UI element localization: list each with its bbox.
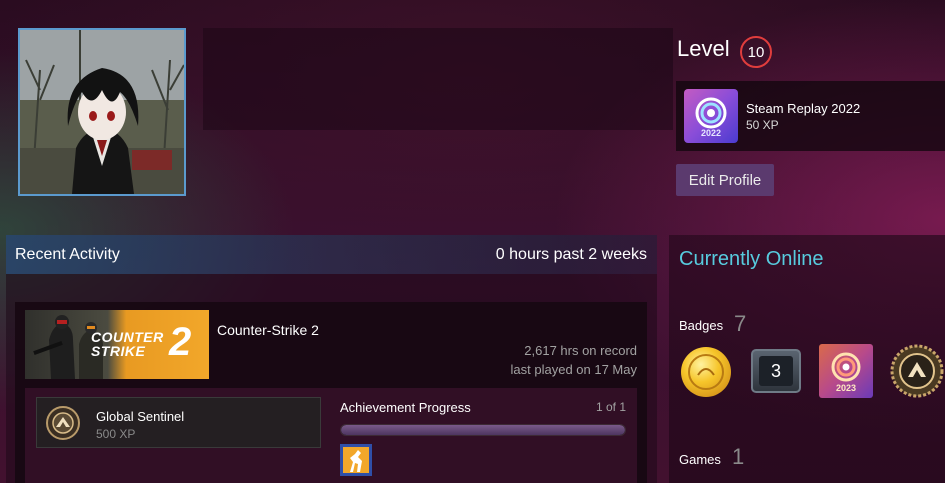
edit-profile-button[interactable]: Edit Profile bbox=[676, 164, 774, 196]
years-of-service-badge[interactable]: 3 bbox=[751, 349, 801, 393]
replay-2023-year: 2023 bbox=[835, 383, 857, 393]
achievement-progress-count: 1 of 1 bbox=[595, 400, 626, 414]
badges-count[interactable]: 7 bbox=[734, 311, 746, 337]
online-status: Currently Online bbox=[679, 248, 824, 270]
favorite-badge-name[interactable]: Steam Replay 2022 bbox=[746, 101, 860, 116]
games-link[interactable]: Games bbox=[679, 452, 721, 467]
level-label: Level bbox=[677, 36, 730, 61]
avatar-image bbox=[20, 30, 184, 194]
years-badge-value: 3 bbox=[759, 356, 793, 386]
capsule-logo-line2: STRIKE bbox=[91, 343, 146, 359]
replay-badge-year: 2022 bbox=[700, 128, 722, 138]
achievement-badge-name: Global Sentinel bbox=[96, 409, 185, 424]
achievement-progress-label: Achievement Progress bbox=[340, 400, 471, 415]
level-badge[interactable]: 10 bbox=[740, 36, 772, 68]
achievement-icon[interactable] bbox=[340, 444, 372, 476]
cs2-service-medal-icon[interactable] bbox=[890, 344, 944, 398]
badges-link[interactable]: Badges bbox=[679, 318, 723, 333]
games-count[interactable]: 1 bbox=[732, 444, 744, 470]
capsule-logo-2: 2 bbox=[169, 320, 192, 364]
profile-avatar[interactable] bbox=[18, 28, 186, 196]
steam-replay-badge-icon: 2022 bbox=[684, 89, 738, 143]
gold-coin-badge-icon[interactable] bbox=[681, 347, 731, 397]
favorite-badge-xp: 50 XP bbox=[746, 118, 779, 132]
recent-activity-title[interactable]: Recent Activity bbox=[15, 246, 120, 264]
game-name-link[interactable]: Counter-Strike 2 bbox=[217, 322, 319, 338]
last-played: last played on 17 May bbox=[510, 362, 637, 377]
capsule-logo-line1: COUNTER bbox=[91, 329, 164, 345]
achievement-progress-fill bbox=[341, 425, 625, 435]
achievement-progress-bar bbox=[340, 424, 626, 436]
global-sentinel-badge-icon bbox=[45, 405, 81, 441]
hours-on-record: 2,617 hrs on record bbox=[524, 343, 637, 358]
profile-summary-area bbox=[203, 28, 673, 130]
game-capsule-image[interactable]: COUNTER STRIKE 2 bbox=[25, 310, 209, 379]
recent-activity-hours: 0 hours past 2 weeks bbox=[495, 246, 647, 263]
steam-replay-2023-badge-icon[interactable]: 2023 bbox=[819, 344, 873, 398]
achievement-badge-xp: 500 XP bbox=[96, 427, 136, 441]
